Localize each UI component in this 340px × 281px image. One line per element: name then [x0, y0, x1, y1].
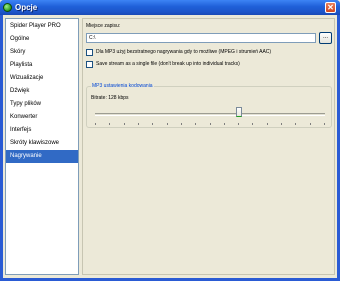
slider-tick	[224, 123, 225, 125]
options-window: Opcje ✕ Spider Player PRO Ogólne Skóry P…	[0, 0, 340, 281]
single-file-label: Save stream as a single file (don't brea…	[96, 61, 240, 67]
mp3-encoding-group-title: MP3 ustawienia kodowania	[91, 83, 154, 90]
slider-tick	[181, 123, 182, 125]
mp3-lossless-option[interactable]: Dla MP3 użyj bezstratnego nagrywania gdy…	[86, 49, 326, 57]
slider-tick	[210, 123, 211, 125]
slider-tick	[109, 123, 110, 125]
mp3-lossless-checkbox[interactable]	[86, 49, 93, 56]
sidebar-item-recording[interactable]: Nagrywanie	[6, 150, 78, 163]
slider-tick	[252, 123, 253, 125]
sidebar-item-interface[interactable]: Interfejs	[6, 124, 78, 137]
single-file-checkbox[interactable]	[86, 61, 93, 68]
save-location-input[interactable]	[86, 33, 316, 43]
dialog-body: Spider Player PRO Ogólne Skóry Playlista…	[3, 15, 337, 278]
title-bar[interactable]: Opcje ✕	[0, 0, 340, 15]
window-title: Opcje	[15, 3, 38, 12]
bitrate-slider-thumb[interactable]	[236, 107, 242, 117]
mp3-encoding-group: MP3 ustawienia kodowania Bitrate: 128 kb…	[86, 83, 332, 128]
slider-tick	[281, 123, 282, 125]
slider-tick	[267, 123, 268, 125]
single-file-option[interactable]: Save stream as a single file (don't brea…	[86, 61, 326, 69]
slider-tick	[324, 123, 325, 125]
save-location-label: Miejsce zapisu:	[86, 23, 121, 29]
sidebar-item-playlist[interactable]: Playlista	[6, 59, 78, 72]
options-category-list: Spider Player PRO Ogólne Skóry Playlista…	[5, 18, 79, 275]
slider-tick	[195, 123, 196, 125]
sidebar-item-shortcuts[interactable]: Skróty klawiszowe	[6, 137, 78, 150]
slider-tick	[310, 123, 311, 125]
sidebar-item-skins[interactable]: Skóry	[6, 46, 78, 59]
sidebar-item-sound[interactable]: Dźwięk	[6, 85, 78, 98]
recording-settings-panel: Miejsce zapisu: ... Dla MP3 użyj bezstra…	[82, 18, 335, 275]
slider-tick	[124, 123, 125, 125]
app-icon	[3, 3, 12, 12]
close-button[interactable]: ✕	[325, 2, 336, 13]
bitrate-label: Bitrate: 128 kbps	[91, 95, 129, 101]
close-icon: ✕	[327, 3, 334, 12]
slider-tick	[138, 123, 139, 125]
sidebar-item-file-types[interactable]: Typy plików	[6, 98, 78, 111]
slider-tick	[238, 123, 239, 125]
sidebar-item-spider-player-pro[interactable]: Spider Player PRO	[6, 20, 78, 33]
slider-tick	[167, 123, 168, 125]
sidebar-item-converter[interactable]: Konwerter	[6, 111, 78, 124]
bitrate-slider-track[interactable]	[95, 113, 325, 116]
slider-tick	[95, 123, 96, 125]
mp3-lossless-label: Dla MP3 użyj bezstratnego nagrywania gdy…	[96, 49, 272, 55]
slider-tick	[152, 123, 153, 125]
slider-tick	[295, 123, 296, 125]
sidebar-item-visualizations[interactable]: Wizualizacje	[6, 72, 78, 85]
browse-button[interactable]: ...	[319, 32, 332, 44]
sidebar-item-general[interactable]: Ogólne	[6, 33, 78, 46]
